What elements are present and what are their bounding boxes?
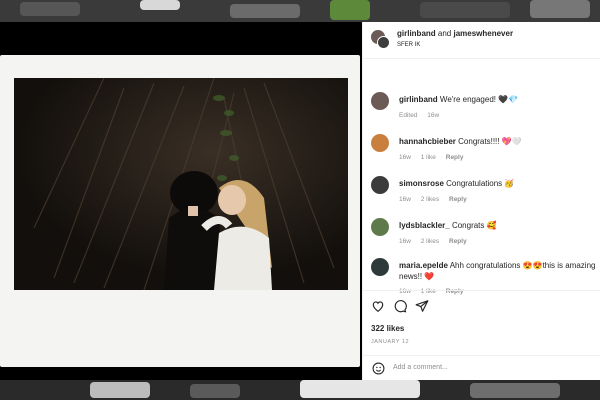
background-bottom bbox=[0, 380, 600, 400]
caption-username[interactable]: girlinband bbox=[399, 95, 438, 104]
heart-icon[interactable] bbox=[371, 299, 385, 318]
comment-body: hannahcbieber Congrats!!!! 💖🤍 bbox=[399, 136, 596, 147]
collaborator-username[interactable]: jameswhenever bbox=[453, 29, 513, 38]
comment-likes[interactable]: 2 likes bbox=[421, 196, 439, 203]
post-date: JANUARY 12 bbox=[371, 339, 410, 345]
comment-icon[interactable] bbox=[393, 299, 407, 318]
authors-joiner: and bbox=[435, 29, 454, 38]
commenter-username[interactable]: maria.epelde bbox=[399, 261, 448, 270]
comment-text: Congrats!!!! 💖🤍 bbox=[458, 137, 522, 146]
commenter-avatar[interactable] bbox=[371, 258, 389, 276]
comment-meta: 16w 2 likes Reply bbox=[399, 238, 475, 245]
share-icon[interactable] bbox=[415, 299, 429, 318]
reply-button[interactable]: Reply bbox=[446, 154, 464, 161]
comment-meta: 16w 1 like Reply bbox=[399, 154, 471, 161]
caption-age: 16w bbox=[427, 112, 440, 119]
likes-count[interactable]: 322 likes bbox=[371, 324, 404, 333]
post-actions: 322 likes JANUARY 12 bbox=[363, 290, 600, 361]
comment-age: 16w bbox=[399, 238, 411, 245]
post-authors: girlinband and jameswhenever bbox=[397, 29, 513, 38]
post-header: girlinband and jameswhenever SFER IK bbox=[363, 22, 600, 59]
caption-avatar[interactable] bbox=[371, 92, 389, 110]
commenter-avatar[interactable] bbox=[371, 218, 389, 236]
caption-text: We're engaged! 🖤💎 bbox=[439, 95, 519, 104]
background-top bbox=[0, 0, 600, 22]
collaborator-avatar[interactable] bbox=[377, 36, 390, 49]
author-username[interactable]: girlinband bbox=[397, 29, 436, 38]
caption-meta: Edited 16w bbox=[399, 112, 447, 119]
smiley-icon[interactable] bbox=[372, 362, 385, 380]
reply-button[interactable]: Reply bbox=[449, 196, 467, 203]
commenter-username[interactable]: simonsrose bbox=[399, 179, 444, 188]
post-sidebar: girlinband and jameswhenever SFER IK gir… bbox=[362, 22, 600, 380]
comment-body: simonsrose Congratulations 🥳 bbox=[399, 178, 596, 189]
comment-body: lydsblackler_ Congrats 🥰 bbox=[399, 220, 596, 231]
commenter-avatar[interactable] bbox=[371, 176, 389, 194]
comment-body: maria.epelde Ahh congratulations 😍😍this … bbox=[399, 260, 596, 282]
comment-text: Congrats 🥰 bbox=[451, 221, 497, 230]
post-location[interactable]: SFER IK bbox=[397, 42, 420, 48]
comment-age: 16w bbox=[399, 154, 411, 161]
post-photo bbox=[14, 78, 348, 290]
caption-edited: Edited bbox=[399, 112, 418, 119]
polaroid-frame bbox=[0, 55, 360, 367]
comment-text: Congratulations 🥳 bbox=[446, 179, 515, 188]
commenter-username[interactable]: lydsblackler_ bbox=[399, 221, 450, 230]
comment-input[interactable]: Add a comment... bbox=[393, 364, 448, 371]
caption-body: girlinband We're engaged! 🖤💎 bbox=[399, 94, 596, 105]
post-media[interactable] bbox=[0, 22, 362, 380]
comment-meta: 16w 2 likes Reply bbox=[399, 196, 475, 203]
comment-likes[interactable]: 2 likes bbox=[421, 238, 439, 245]
reply-button[interactable]: Reply bbox=[449, 238, 467, 245]
couple-kissing-photo bbox=[14, 78, 348, 290]
add-comment-bar: Add a comment... bbox=[363, 355, 600, 381]
commenter-username[interactable]: hannahcbieber bbox=[399, 137, 456, 146]
commenter-avatar[interactable] bbox=[371, 134, 389, 152]
comment-likes[interactable]: 1 like bbox=[421, 154, 436, 161]
comment-age: 16w bbox=[399, 196, 411, 203]
